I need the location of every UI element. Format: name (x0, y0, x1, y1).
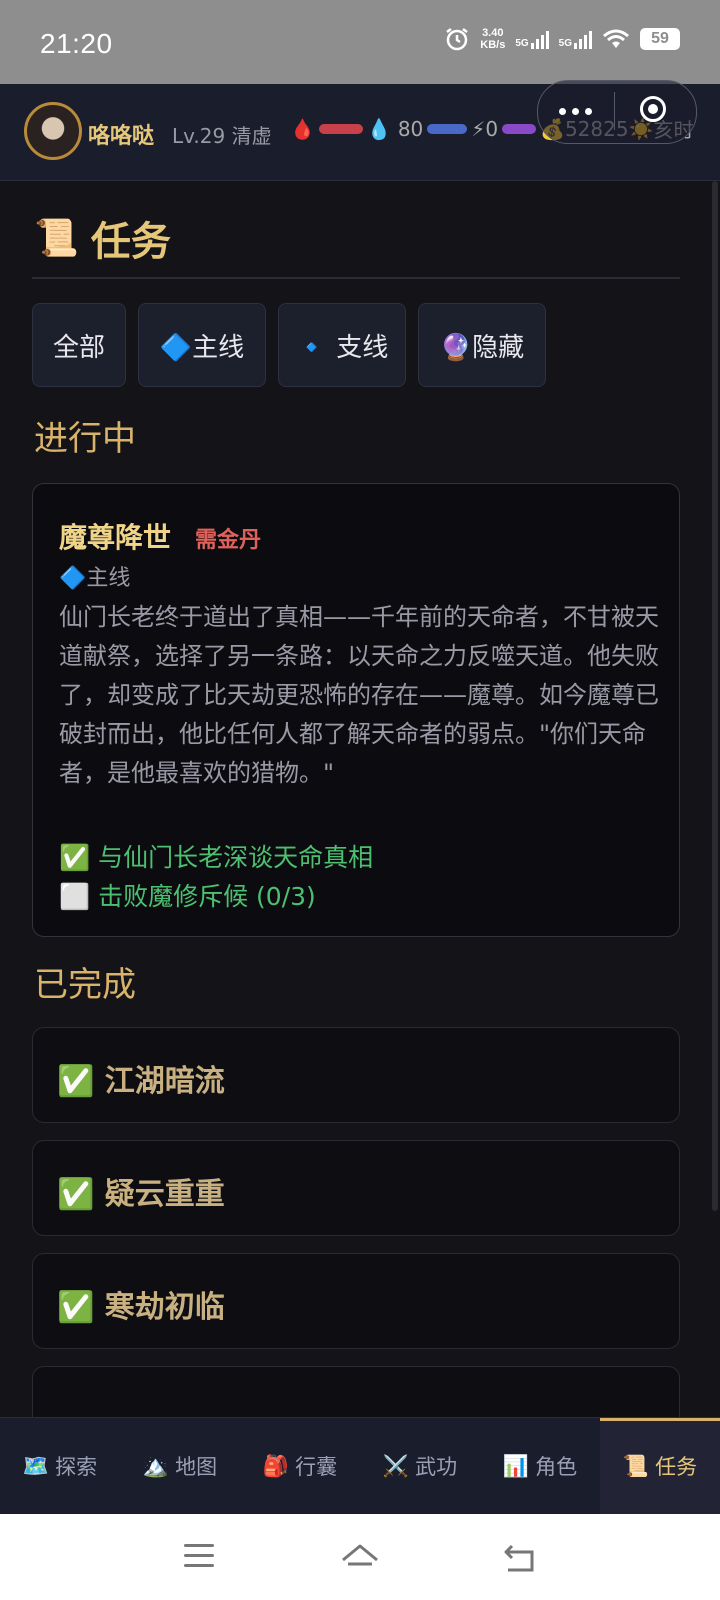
page-title-text: 任务 (90, 219, 171, 265)
mountain-icon: 🏔️ (142, 1453, 170, 1478)
nav-explore[interactable]: 🗺️ 探索 (0, 1418, 120, 1514)
scroll-icon: 📜 (34, 218, 79, 259)
unchecked-box-icon: ⬜ (59, 882, 91, 911)
quest-filter-bar: 全部 🔷主线 🔹 支线 🔮隐藏 (32, 303, 546, 387)
avatar[interactable] (24, 102, 82, 160)
close-mini-program-icon[interactable] (640, 96, 666, 122)
blood-drop-icon: 🩸 (290, 116, 315, 141)
nav-quests[interactable]: 📜 任务 (600, 1418, 720, 1514)
divider (32, 277, 680, 279)
nav-skills[interactable]: ⚔️ 武功 (360, 1418, 480, 1514)
quest-page[interactable]: 📜 任务 全部 🔷主线 🔹 支线 🔮隐藏 进行中 魔尊降世 需金丹 🔷主线 仙门… (0, 181, 720, 1417)
status-bar: 21:20 3.40 KB/s 5G 5G 59 (0, 0, 720, 84)
quest-objective: ✅ 与仙门长老深谈天命真相 (59, 843, 374, 872)
checkmark-icon: ✅ (59, 843, 91, 872)
water-drop-icon: 💧 (366, 116, 392, 141)
quest-title: 魔尊降世 (59, 521, 172, 554)
completed-quest-item[interactable]: ✅ 江湖暗流 (32, 1027, 680, 1123)
scroll-icon: 📜 (622, 1453, 650, 1478)
status-icons: 3.40 KB/s 5G 5G 59 (444, 26, 680, 52)
lightning-icon: ⚡ (471, 116, 486, 141)
nav-inventory[interactable]: 🎒 行囊 (240, 1418, 360, 1514)
bottom-nav: 🗺️ 探索 🏔️ 地图 🎒 行囊 ⚔️ 武功 📊 角色 📜 任务 (0, 1417, 720, 1514)
capsule-divider (614, 92, 615, 130)
mp-value: 80 (397, 116, 424, 141)
active-quest-card[interactable]: 魔尊降世 需金丹 🔷主线 仙门长老终于道出了真相——千年前的天命者，不甘被天道献… (32, 483, 680, 937)
filter-hidden-button[interactable]: 🔮隐藏 (418, 303, 546, 387)
signal-bars-icon (530, 29, 549, 49)
energy-bar (502, 123, 537, 134)
back-icon[interactable] (502, 1542, 536, 1574)
network-speed: 3.40 KB/s (480, 27, 506, 51)
system-nav-bar (0, 1514, 720, 1600)
mp-bar (427, 123, 468, 134)
filter-main-button[interactable]: 🔷主线 (138, 303, 266, 387)
filter-all-button[interactable]: 全部 (32, 303, 126, 387)
in-progress-heading: 进行中 (34, 419, 136, 459)
energy-value: 0 (485, 116, 499, 141)
completed-heading: 已完成 (34, 965, 136, 1005)
quest-description: 仙门长老终于道出了真相——千年前的天命者，不甘被天道献祭，选择了另一条路：以天命… (59, 603, 659, 787)
completed-quest-item[interactable]: ✅ 疑云重重 (32, 1140, 680, 1236)
player-name: 咯咯哒 (88, 124, 155, 149)
clock: 21:20 (40, 28, 113, 59)
battery-icon: 59 (640, 28, 680, 50)
quest-objective: ⬜ 击败魔修斥候 (0/3) (59, 882, 316, 911)
crossed-swords-icon: ⚔️ (382, 1453, 410, 1478)
quest-type-label: 🔷主线 (59, 566, 131, 591)
completed-quest-item[interactable]: ✅ 寒劫初临 (32, 1253, 680, 1349)
menu-icon[interactable] (184, 1544, 214, 1574)
signal-2: 5G (559, 29, 592, 49)
alarm-icon (446, 28, 468, 51)
more-icon[interactable] (559, 108, 592, 115)
hp-bar (318, 123, 363, 134)
nav-map[interactable]: 🏔️ 地图 (120, 1418, 240, 1514)
page-title: 📜 任务 (34, 209, 171, 267)
signal-1: 5G (515, 29, 549, 49)
completed-quest-item[interactable] (32, 1366, 680, 1417)
backpack-icon: 🎒 (262, 1453, 290, 1478)
map-icon: 🗺️ (22, 1453, 50, 1478)
filter-side-button[interactable]: 🔹 支线 (278, 303, 406, 387)
bar-chart-icon: 📊 (502, 1453, 530, 1478)
nav-character[interactable]: 📊 角色 (480, 1418, 600, 1514)
signal-bars-icon (574, 29, 592, 49)
wifi-icon (603, 29, 629, 48)
player-level: Lv.29 清虚 (172, 124, 272, 148)
quest-requirement-badge: 需金丹 (195, 528, 262, 553)
home-icon[interactable] (340, 1542, 380, 1574)
